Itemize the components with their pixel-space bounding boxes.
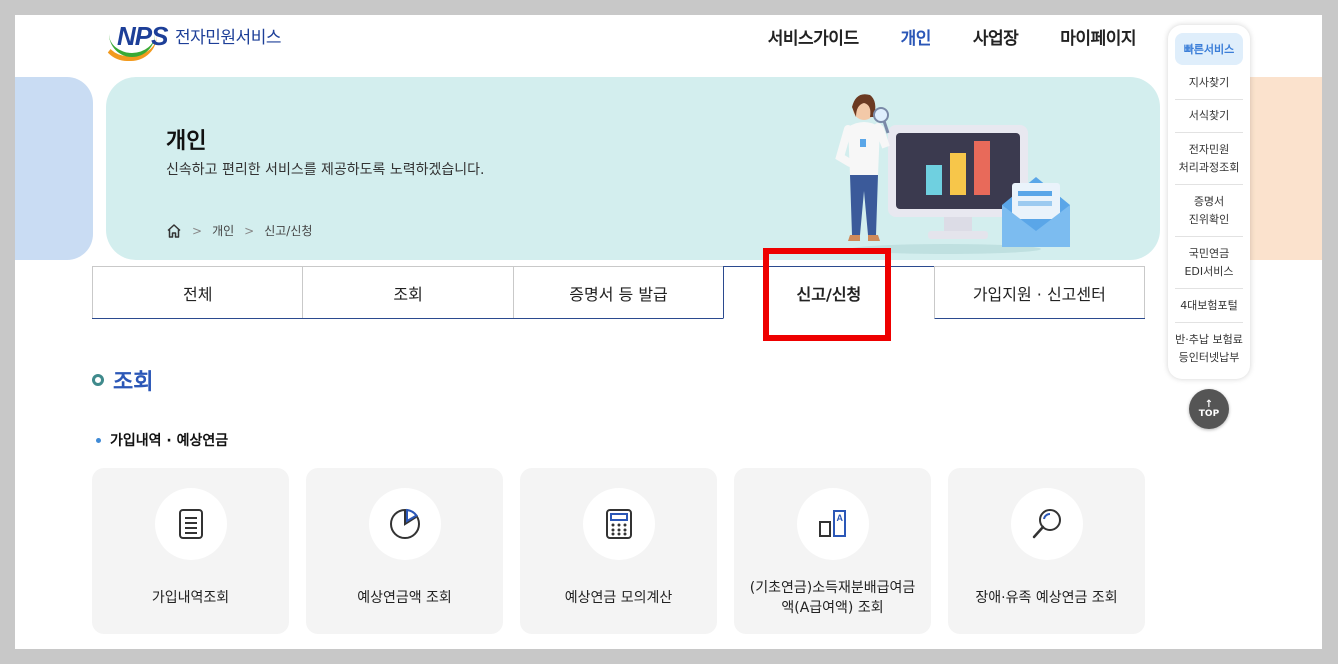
service-card-list: 가입내역조회 예상연금액 조회 예상연금 모의계산 A (기초연금)소득재분배급… bbox=[92, 468, 1145, 634]
tab-report-apply[interactable]: 신고/신청 bbox=[723, 266, 935, 319]
nav-business[interactable]: 사업장 bbox=[973, 24, 1019, 49]
quick-item-branch-search[interactable]: 지사찾기 bbox=[1175, 67, 1243, 100]
quick-item-label: 지사찾기 bbox=[1188, 76, 1230, 89]
hero-illustration bbox=[835, 94, 1070, 254]
quick-item-label: 반·추납 보험료 bbox=[1175, 333, 1243, 346]
card-icon-circle bbox=[583, 488, 655, 560]
nav-service-guide[interactable]: 서비스가이드 bbox=[768, 24, 859, 49]
breadcrumb-separator: > bbox=[192, 223, 203, 238]
card-pension-simulation[interactable]: 예상연금 모의계산 bbox=[520, 468, 717, 634]
quick-item-label: 4대보험포털 bbox=[1180, 298, 1238, 312]
scroll-top-button[interactable]: ↑ TOP bbox=[1189, 389, 1229, 429]
subsection-title: 가입내역 · 예상연금 bbox=[96, 430, 228, 450]
breadcrumb: > 개인 > 신고/신청 bbox=[166, 222, 312, 239]
quick-service-title: 빠른서비스 bbox=[1175, 33, 1243, 65]
logo-text: NPS bbox=[117, 21, 168, 51]
quick-item-label: 처리과정조회 bbox=[1178, 160, 1240, 174]
card-icon-circle bbox=[369, 488, 441, 560]
quick-item-process-status[interactable]: 전자민원처리과정조회 bbox=[1175, 133, 1243, 185]
card-label: 예상연금액 조회 bbox=[357, 590, 452, 606]
tab-inquiry[interactable]: 조회 bbox=[302, 266, 514, 318]
page-description: 신속하고 편리한 서비스를 제공하도록 노력하겠습니다. bbox=[166, 162, 485, 178]
section-title-text: 조회 bbox=[113, 370, 154, 395]
quick-item-form-search[interactable]: 서식찾기 bbox=[1175, 100, 1243, 133]
breadcrumb-current[interactable]: 신고/신청 bbox=[264, 222, 312, 239]
logo-subtitle: 전자민원서비스 bbox=[175, 28, 281, 48]
section-bullet-icon bbox=[92, 374, 104, 386]
card-redistribution-benefit[interactable]: A (기초연금)소득재분배급여금액(A급여액) 조회 bbox=[734, 468, 931, 634]
nav-mypage[interactable]: 마이페이지 bbox=[1060, 24, 1136, 49]
quick-service-panel: 빠른서비스 지사찾기 서식찾기 전자민원처리과정조회 증명서진위확인 국민연금 E… bbox=[1168, 25, 1250, 379]
left-decor-band bbox=[15, 77, 93, 260]
quick-item-internet-payment[interactable]: 반·추납 보험료등인터넷납부 bbox=[1175, 323, 1243, 375]
global-nav: 서비스가이드 개인 사업장 마이페이지 bbox=[768, 24, 1137, 49]
page: NPS 전자민원서비스 서비스가이드 개인 사업장 마이페이지 개인 신속하고 … bbox=[15, 15, 1322, 649]
scroll-top-label: TOP bbox=[1198, 408, 1220, 419]
quick-service-list: 지사찾기 서식찾기 전자민원 처리과정조회 증명서 진위확인 국민연금 EDI서비스 … bbox=[1175, 67, 1243, 375]
document-icon bbox=[179, 509, 203, 539]
quick-item-label: 진위확인 bbox=[1188, 212, 1230, 226]
card-disability-survivor-pension[interactable]: 장애·유족 예상연금 조회 bbox=[948, 468, 1145, 634]
card-label: 가입내역조회 bbox=[151, 590, 230, 606]
card-enrollment-inquiry[interactable]: 가입내역조회 bbox=[92, 468, 289, 634]
page-title: 개인 bbox=[166, 129, 207, 154]
quick-item-certificate-verify[interactable]: 증명서진위확인 bbox=[1175, 185, 1243, 237]
site-logo[interactable]: NPS 전자민원서비스 bbox=[101, 19, 281, 61]
quick-item-label: 전자민원 bbox=[1188, 142, 1230, 156]
section-title: 조회 bbox=[92, 364, 153, 396]
card-expected-pension[interactable]: 예상연금액 조회 bbox=[306, 468, 503, 634]
quick-item-label: 증명서 bbox=[1193, 194, 1225, 208]
quick-item-4insurance-portal[interactable]: 4대보험포털 bbox=[1175, 289, 1243, 323]
breadcrumb-personal[interactable]: 개인 bbox=[212, 222, 234, 239]
hero-banner: 개인 신속하고 편리한 서비스를 제공하도록 노력하겠습니다. > 개인 > 신… bbox=[106, 77, 1160, 260]
arrow-up-icon: ↑ bbox=[1204, 398, 1214, 410]
card-icon-circle bbox=[155, 488, 227, 560]
quick-item-label: EDI서비스 bbox=[1184, 264, 1234, 278]
tab-support-center[interactable]: 가입지원 · 신고센터 bbox=[933, 266, 1146, 318]
nps-logo-mark: NPS bbox=[101, 19, 171, 61]
quick-item-label: 등인터넷납부 bbox=[1178, 351, 1240, 364]
card-label: 예상연금 모의계산 bbox=[564, 590, 673, 606]
quick-item-edi-service[interactable]: 국민연금 EDI서비스 bbox=[1175, 237, 1243, 289]
nav-personal[interactable]: 개인 bbox=[901, 24, 932, 49]
card-icon-circle bbox=[1011, 488, 1083, 560]
svg-text:A: A bbox=[837, 513, 844, 523]
calculator-icon bbox=[606, 509, 632, 539]
bar-a-icon: A bbox=[819, 510, 846, 537]
tab-certificate[interactable]: 증명서 등 발급 bbox=[512, 266, 725, 318]
magnifier-icon bbox=[1032, 509, 1061, 539]
subsection-title-text: 가입내역 · 예상연금 bbox=[110, 433, 229, 449]
home-icon[interactable] bbox=[166, 223, 182, 239]
breadcrumb-separator: > bbox=[244, 223, 255, 238]
category-tabs: 전체 조회 증명서 등 발급 신고/신청 가입지원 · 신고센터 bbox=[92, 266, 1146, 319]
card-label: (기초연금)소득재분배급여금액(A급여액) 조회 bbox=[749, 580, 916, 616]
card-icon-circle: A bbox=[797, 488, 869, 560]
quick-item-label: 서식찾기 bbox=[1188, 109, 1230, 122]
card-label: 장애·유족 예상연금 조회 bbox=[975, 590, 1118, 606]
subsection-bullet-icon bbox=[96, 437, 101, 443]
quick-item-label: 국민연금 bbox=[1188, 246, 1230, 260]
tab-all[interactable]: 전체 bbox=[92, 266, 304, 318]
pie-chart-icon bbox=[390, 508, 420, 539]
